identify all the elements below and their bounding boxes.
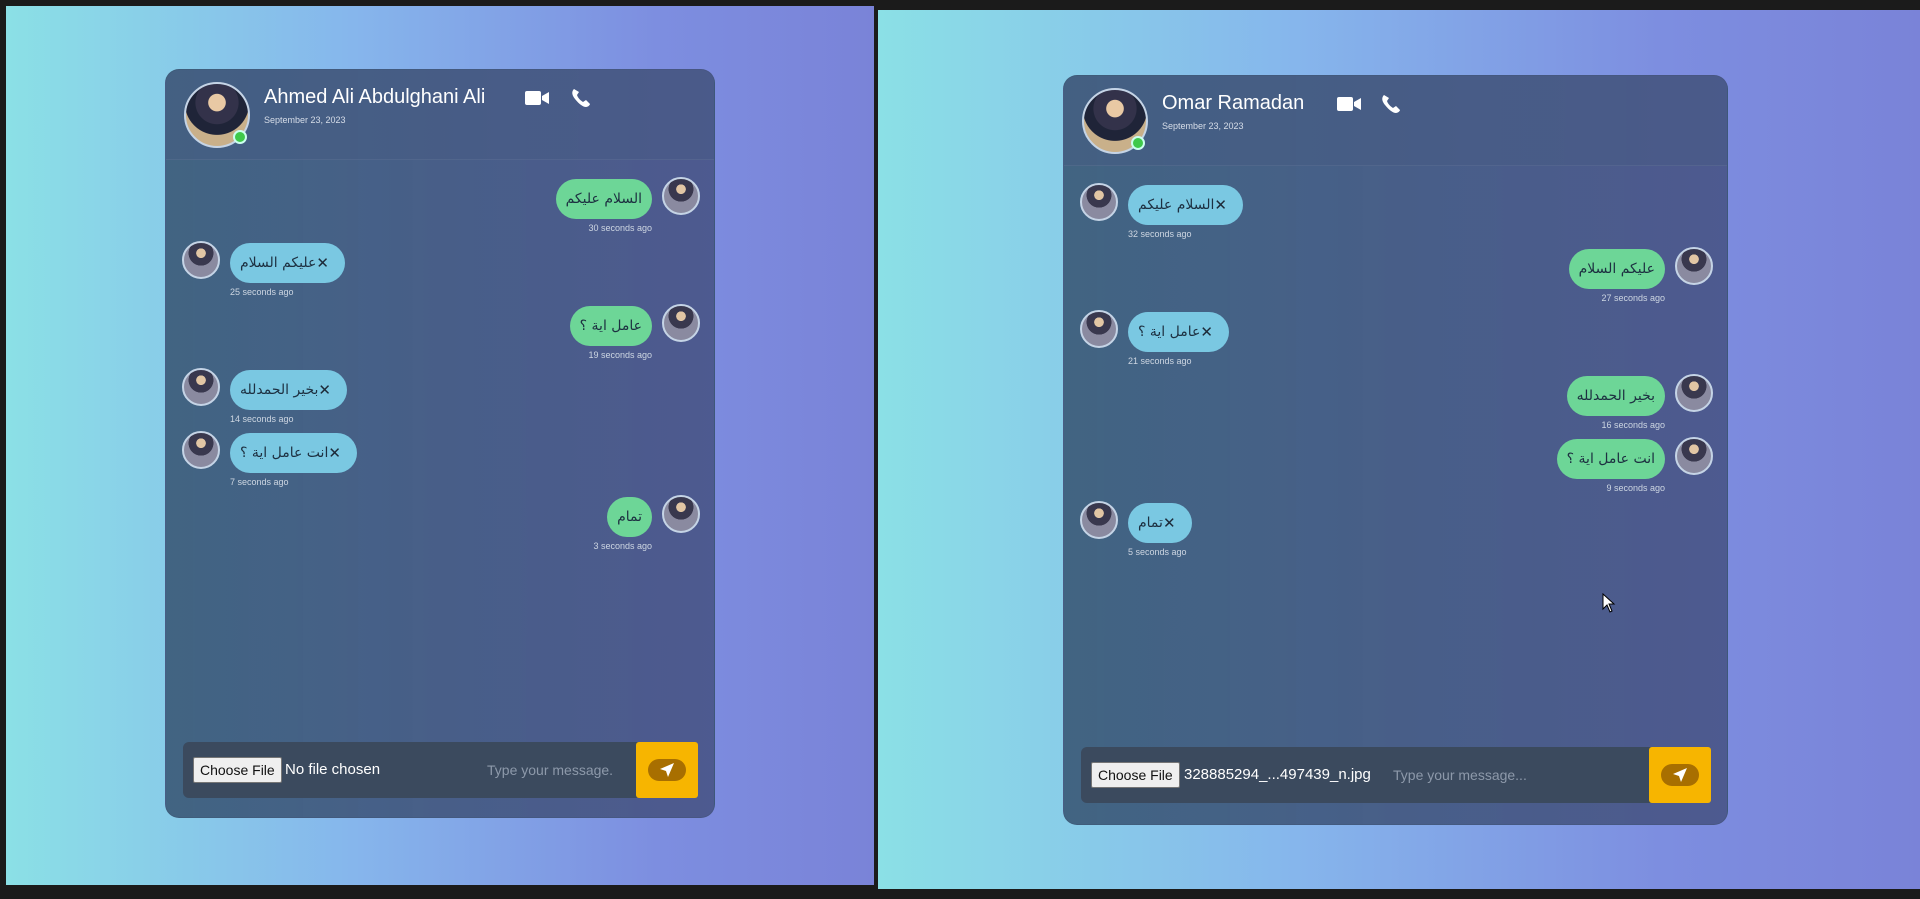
message-timestamp: 19 seconds ago [588,350,652,360]
left-browser-window: Ahmed Ali Abdulghani Ali September 23, 2… [6,6,874,885]
phone-icon[interactable] [1378,93,1404,115]
contact-name: Ahmed Ali Abdulghani Ali [264,86,486,108]
chat-header: Omar Ramadan September 23, 2023 [1064,76,1727,166]
message-row: بخير الحمدلله 16 seconds ago [1064,373,1727,430]
message-row: ✕ عامل اية ؟ 21 seconds ago [1064,310,1727,366]
message-row: ✕ تمام 5 seconds ago [1064,500,1727,557]
message-text: انت عامل اية ؟ [240,445,329,461]
message-list: السلام عليكم 30 seconds ago ✕ عليكم السلام 2… [166,160,714,720]
choose-file-button[interactable]: Choose File [193,757,282,783]
delete-message-icon[interactable]: ✕ [316,254,329,272]
message-row: تمام 3 seconds ago [166,494,714,551]
message-text: عليكم السلام [1578,260,1655,277]
message-row: ✕ عليكم السلام 25 seconds ago [166,240,714,297]
message-timestamp: 3 seconds ago [593,540,652,551]
message-composer: Choose File 328885294_...497439_n.jpg [1081,747,1711,803]
send-button[interactable] [1649,747,1711,803]
send-arrow-icon [1673,768,1687,782]
message-text: عليكم السلام [240,254,317,271]
file-status: 328885294_...497439_n.jpg [1184,766,1371,783]
message-text: انت عامل اية ؟ [1566,451,1655,467]
message-text: السلام عليكم [1138,197,1215,213]
file-status: No file chosen [285,761,381,778]
received-message-bubble: ✕ عامل اية ؟ [1128,312,1229,352]
video-camera-icon[interactable] [524,87,550,109]
sender-avatar [1675,246,1713,285]
message-timestamp: 21 seconds ago [1128,356,1192,366]
contact-avatar[interactable] [1082,88,1148,154]
send-arrow-icon [660,763,674,777]
sender-avatar [1675,373,1713,412]
sent-message-bubble: انت عامل اية ؟ [1556,439,1665,479]
sender-avatar [182,431,220,469]
received-message-bubble: ✕ انت عامل اية ؟ [230,433,357,473]
message-list: ✕ السلام عليكم 32 seconds ago عليكم السلام 2… [1064,166,1727,726]
message-row: عليكم السلام 27 seconds ago [1064,246,1727,303]
message-input[interactable] [1393,747,1643,803]
sent-message-bubble: بخير الحمدلله [1566,375,1665,416]
delete-message-icon[interactable]: ✕ [1214,196,1227,214]
chat-card: Ahmed Ali Abdulghani Ali September 23, 2… [165,69,715,818]
received-message-bubble: ✕ تمام [1128,502,1192,543]
chat-card: Omar Ramadan September 23, 2023 ✕ السلام … [1063,75,1728,825]
send-button[interactable] [636,742,698,798]
message-text: تمام [1138,514,1163,531]
message-text: السلام عليكم [565,191,642,207]
sender-avatar [182,367,220,406]
contact-date: September 23, 2023 [264,115,346,125]
online-status-dot [1131,136,1145,150]
message-timestamp: 25 seconds ago [230,286,294,297]
delete-message-icon[interactable]: ✕ [1200,323,1213,341]
message-timestamp: 9 seconds ago [1606,483,1665,493]
message-composer: Choose File No file chosen [183,742,698,798]
received-message-bubble: ✕ السلام عليكم [1128,185,1243,225]
sender-avatar [1675,437,1713,475]
delete-message-icon[interactable]: ✕ [318,381,331,399]
message-timestamp: 14 seconds ago [230,413,294,424]
sender-avatar [1080,310,1118,348]
video-camera-icon[interactable] [1336,93,1362,115]
received-message-bubble: ✕ بخير الحمدلله [230,369,347,410]
message-row: ✕ بخير الحمدلله 14 seconds ago [166,367,714,424]
sender-avatar [662,304,700,342]
sender-avatar [662,494,700,533]
mouse-cursor-icon [1602,593,1616,613]
message-timestamp: 16 seconds ago [1601,419,1665,430]
sender-avatar [182,240,220,279]
sent-message-bubble: السلام عليكم [555,179,652,219]
message-timestamp: 27 seconds ago [1601,292,1665,303]
sender-avatar [1080,500,1118,539]
message-text: عامل اية ؟ [579,318,642,334]
message-row: انت عامل اية ؟ 9 seconds ago [1064,437,1727,493]
contact-date: September 23, 2023 [1162,121,1244,131]
sent-message-bubble: عامل اية ؟ [569,306,652,346]
chat-header: Ahmed Ali Abdulghani Ali September 23, 2… [166,70,714,160]
right-browser-window: Omar Ramadan September 23, 2023 ✕ السلام … [878,10,1920,889]
message-timestamp: 5 seconds ago [1128,546,1187,557]
sent-message-bubble: تمام [607,496,652,537]
message-text: بخير الحمدلله [1576,387,1655,404]
sender-avatar [662,177,700,215]
online-status-dot [233,130,247,144]
message-timestamp: 32 seconds ago [1128,229,1192,239]
delete-message-icon[interactable]: ✕ [328,444,341,462]
message-input[interactable] [487,742,627,798]
received-message-bubble: ✕ عليكم السلام [230,242,345,283]
phone-icon[interactable] [568,87,594,109]
contact-name: Omar Ramadan [1162,92,1305,114]
message-text: بخير الحمدلله [240,381,319,398]
sent-message-bubble: عليكم السلام [1568,248,1665,289]
delete-message-icon[interactable]: ✕ [1163,514,1176,532]
choose-file-button[interactable]: Choose File [1091,762,1180,788]
sender-avatar [1080,183,1118,221]
message-row: ✕ انت عامل اية ؟ 7 seconds ago [166,431,714,487]
message-text: تمام [617,508,642,525]
message-timestamp: 30 seconds ago [588,223,652,233]
message-text: عامل اية ؟ [1138,324,1201,340]
message-row: السلام عليكم 30 seconds ago [166,177,714,233]
message-row: ✕ السلام عليكم 32 seconds ago [1064,183,1727,239]
message-row: عامل اية ؟ 19 seconds ago [166,304,714,360]
message-timestamp: 7 seconds ago [230,477,289,487]
contact-avatar[interactable] [184,82,250,148]
